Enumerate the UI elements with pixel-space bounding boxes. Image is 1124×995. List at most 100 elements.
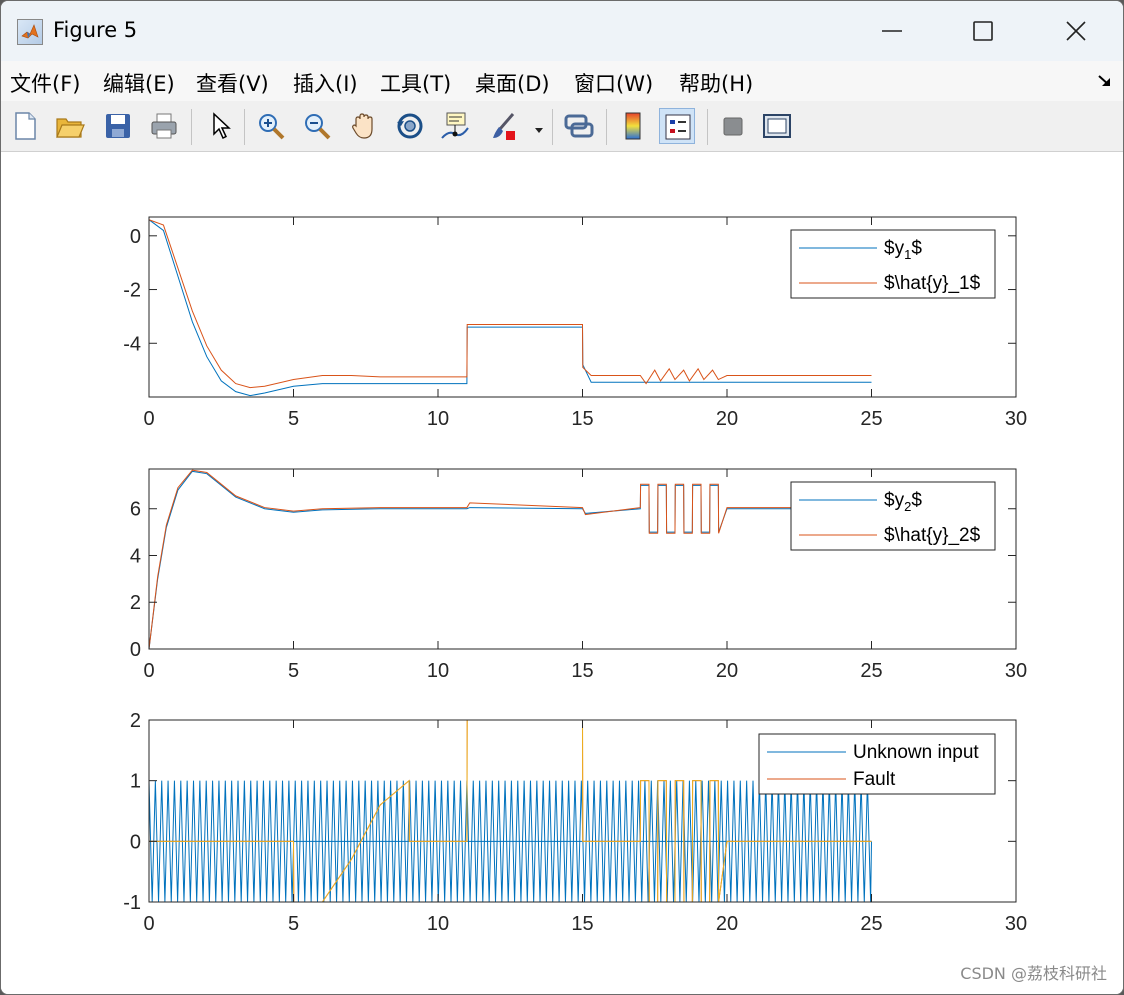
x-tick-label: 0 xyxy=(143,913,154,935)
y-tick-label: -1 xyxy=(123,892,141,914)
zoom-in-icon xyxy=(259,114,285,140)
menu-edit[interactable]: 编辑(E) xyxy=(103,68,175,98)
x-tick-label: 10 xyxy=(427,913,449,935)
menu-window[interactable]: 窗口(W) xyxy=(574,68,653,98)
x-tick-label: 20 xyxy=(716,660,738,682)
legend: $y2$ $\hat{y}_2$ xyxy=(790,481,996,551)
insert-colorbar-button[interactable] xyxy=(615,108,651,144)
close-icon xyxy=(1066,21,1086,41)
hide-plot-tools-button[interactable] xyxy=(715,108,751,144)
x-tick-label: 10 xyxy=(427,660,449,682)
link-plot-button[interactable] xyxy=(561,108,597,144)
x-tick-label: 15 xyxy=(571,913,593,935)
menu-desktop[interactable]: 桌面(D) xyxy=(475,68,550,98)
x-tick-label: 20 xyxy=(716,408,738,430)
legend-label-2: $\hat{y}_1$ xyxy=(884,273,981,294)
data-cursor-button[interactable] xyxy=(437,108,473,144)
edit-plot-arrow-icon xyxy=(213,112,231,140)
legend-label-1: $y2$ xyxy=(884,490,922,514)
x-tick-label: 15 xyxy=(571,408,593,430)
show-plot-tools-button[interactable] xyxy=(759,108,795,144)
x-tick-label: 5 xyxy=(288,913,299,935)
rotate-3d-button[interactable] xyxy=(392,108,428,144)
zoom-out-button[interactable] xyxy=(299,108,335,144)
x-tick-label: 20 xyxy=(716,913,738,935)
minimize-button[interactable] xyxy=(868,9,914,53)
rotate-3d-icon xyxy=(397,113,423,139)
toolbar-separator xyxy=(552,109,553,145)
axes-3: 0 5 10 15 20 25 30-1012Unknown inputFault xyxy=(123,710,1027,935)
hide-plot-tools-icon xyxy=(723,117,743,136)
show-plot-tools-icon xyxy=(763,114,791,138)
axes-1: 0 5 10 15 20 25 30 0 -2 -4 $y1$ $\hat{y}_1$ xyxy=(123,216,1027,430)
zoom-in-button[interactable] xyxy=(253,108,289,144)
edit-plot-button[interactable] xyxy=(202,108,238,144)
insert-legend-button[interactable] xyxy=(659,108,695,144)
toolbar-separator xyxy=(606,109,607,145)
maximize-button[interactable] xyxy=(959,9,1005,53)
toolbar-separator xyxy=(191,109,192,145)
menu-bar: 文件(F) 编辑(E) 查看(V) 插入(I) 工具(T) 桌面(D) 窗口(W… xyxy=(1,61,1123,102)
maximize-icon xyxy=(973,21,993,41)
menu-tools[interactable]: 工具(T) xyxy=(380,68,451,98)
y-tick-label: -4 xyxy=(123,333,141,355)
menu-view[interactable]: 查看(V) xyxy=(196,68,269,98)
pan-hand-icon xyxy=(352,113,373,139)
menu-file[interactable]: 文件(F) xyxy=(10,68,80,98)
x-tick-label: 30 xyxy=(1005,408,1027,430)
open-file-icon xyxy=(56,118,85,138)
save-icon xyxy=(106,114,130,138)
y-tick-label: 0 xyxy=(130,226,141,248)
print-icon xyxy=(151,113,177,139)
close-button[interactable] xyxy=(1052,9,1098,53)
save-button[interactable] xyxy=(100,108,136,144)
x-tick-label: 0 xyxy=(143,408,154,430)
y-tick-label: -2 xyxy=(123,280,141,302)
legend-label-2: Fault xyxy=(853,769,896,790)
legend-label-2: $\hat{y}_2$ xyxy=(884,525,981,546)
x-tick-label: 25 xyxy=(860,660,882,682)
y-tick-label: 0 xyxy=(130,831,141,853)
y-tick-label: 0 xyxy=(130,639,141,661)
y-tick-label: 2 xyxy=(130,592,141,614)
figure-toolbar xyxy=(1,101,1123,152)
toolbar-separator xyxy=(707,109,708,145)
legend: $y1$ $\hat{y}_1$ xyxy=(790,229,996,299)
pan-button[interactable] xyxy=(346,108,382,144)
x-tick-label: 0 xyxy=(143,660,154,682)
x-tick-label: 5 xyxy=(288,660,299,682)
x-tick-label: 25 xyxy=(860,913,882,935)
menu-help[interactable]: 帮助(H) xyxy=(679,68,753,98)
brush-button[interactable] xyxy=(485,108,521,144)
matlab-logo-icon xyxy=(17,19,43,45)
legend-label-1: $y1$ xyxy=(884,238,922,262)
menu-insert[interactable]: 插入(I) xyxy=(293,68,358,98)
print-button[interactable] xyxy=(146,108,182,144)
legend: Unknown input Fault xyxy=(758,733,996,795)
y-tick-label: 6 xyxy=(130,499,141,521)
brush-dropdown-button[interactable] xyxy=(533,121,545,133)
legend-label-1: Unknown input xyxy=(853,742,979,763)
zoom-out-icon xyxy=(305,114,331,140)
title-bar[interactable]: Figure 5 xyxy=(1,1,1123,61)
x-tick-label: 30 xyxy=(1005,913,1027,935)
x-tick-label: 30 xyxy=(1005,660,1027,682)
data-cursor-icon xyxy=(441,112,469,139)
toolbar-separator xyxy=(244,109,245,145)
dock-arrow-icon[interactable] xyxy=(1097,74,1113,88)
insert-legend-icon xyxy=(665,114,691,140)
figure-window: Figure 5 文件(F) 编辑(E) 查看(V) 插入(I) 工具(T) 桌… xyxy=(0,0,1124,995)
y-tick-label: 1 xyxy=(130,771,141,793)
axes-2: 0 5 10 15 20 25 30 0 2 4 6 $y2$ $\hat{y}_2$ xyxy=(130,468,1027,682)
minimize-icon xyxy=(882,30,902,32)
watermark-text: CSDN @荔枝科研社 xyxy=(960,964,1107,983)
y-tick-label: 2 xyxy=(130,710,141,732)
figure-canvas[interactable]: 0 5 10 15 20 25 30 0 -2 -4 $y1$ $\hat{y}_1$ 0 5 10 15 20… xyxy=(1,152,1123,994)
open-file-button[interactable] xyxy=(52,108,88,144)
x-tick-label: 5 xyxy=(288,408,299,430)
x-tick-label: 15 xyxy=(571,660,593,682)
new-figure-icon xyxy=(15,112,36,140)
y-tick-label: 4 xyxy=(130,545,141,567)
new-figure-button[interactable] xyxy=(7,108,43,144)
link-plot-icon xyxy=(564,114,594,138)
